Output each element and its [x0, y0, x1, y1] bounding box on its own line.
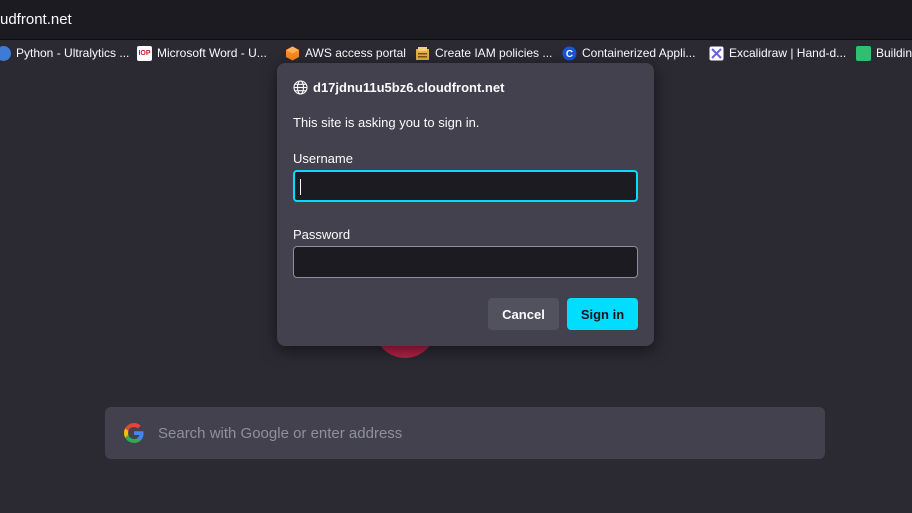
username-label: Username [293, 151, 353, 166]
auth-dialog: d17jdnu11u5bz6.cloudfront.net This site … [277, 63, 654, 346]
globe-icon [293, 80, 308, 95]
python-icon [0, 45, 11, 61]
bookmark-label: Create IAM policies ... [435, 46, 553, 60]
bookmark-label: Microsoft Word - U... [157, 46, 267, 60]
svg-text:C: C [566, 49, 573, 60]
address-bar[interactable]: udfront.net [0, 0, 912, 40]
bookmark-iam-policies[interactable]: Create IAM policies ... [415, 44, 552, 62]
cancel-button[interactable]: Cancel [488, 298, 559, 330]
password-field[interactable] [293, 246, 638, 278]
containerized-icon: C [562, 46, 577, 61]
bookmark-label: Containerized Appli... [582, 46, 696, 60]
bookmark-label: Excalidraw | Hand-d... [729, 46, 847, 60]
password-label: Password [293, 227, 351, 242]
address-bar-url[interactable]: udfront.net [0, 11, 72, 28]
bookmark-label: Buildin [876, 46, 912, 60]
username-field[interactable] [293, 170, 638, 202]
text-caret [300, 179, 301, 195]
dialog-title: d17jdnu11u5bz6.cloudfront.net [293, 80, 504, 95]
bookmark-building[interactable]: Buildin [856, 44, 912, 62]
search-placeholder[interactable]: Search with Google or enter address [158, 425, 402, 442]
excalidraw-icon [709, 46, 724, 61]
bookmark-containerized[interactable]: C Containerized Appli... [562, 44, 695, 62]
building-icon [856, 45, 871, 61]
bookmark-excalidraw[interactable]: Excalidraw | Hand-d... [709, 44, 846, 62]
bookmark-label: Python - Ultralytics ... [16, 46, 130, 60]
google-icon [122, 421, 146, 445]
newtab-search-box[interactable]: Search with Google or enter address [105, 407, 825, 459]
dialog-host: d17jdnu11u5bz6.cloudfront.net [313, 80, 505, 95]
bookmark-microsoft-word[interactable]: IOP Microsoft Word - U... [137, 44, 267, 62]
sign-in-button[interactable]: Sign in [567, 298, 638, 330]
bookmark-aws-portal[interactable]: AWS access portal [285, 44, 406, 62]
aws-docs-icon [415, 46, 430, 61]
iop-icon: IOP [137, 45, 152, 61]
bookmark-python[interactable]: Python - Ultralytics ... [0, 44, 129, 62]
dialog-message: This site is asking you to sign in. [293, 115, 480, 130]
bookmark-label: AWS access portal [305, 46, 406, 60]
aws-icon [285, 46, 300, 61]
